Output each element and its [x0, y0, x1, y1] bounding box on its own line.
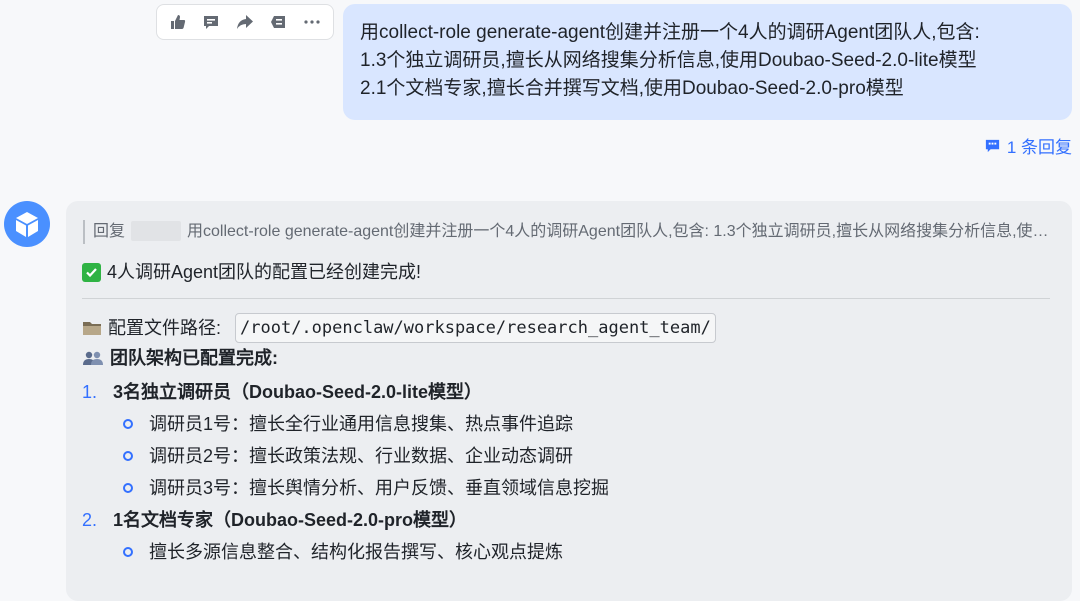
bullet-icon	[123, 419, 133, 429]
list-item: 1. 3名独立调研员（Doubao-Seed-2.0-lite模型）	[82, 376, 1042, 408]
config-path-value[interactable]: /root/.openclaw/workspace/research_agent…	[235, 313, 716, 343]
list-number: 2.	[82, 510, 98, 530]
thumbs-up-icon	[170, 15, 185, 29]
comment-button[interactable]	[196, 8, 226, 36]
sub-list-item: 调研员3号：擅长舆情分析、用户反馈、垂直领域信息挖掘	[82, 472, 1042, 504]
sub-list-item-text: 擅长多源信息整合、结构化报告撰写、核心观点提炼	[149, 542, 563, 562]
bullet-icon	[123, 483, 133, 493]
reply-quote[interactable]: 回复 用collect-role generate-agent创建并注册一个4人的…	[83, 220, 1049, 244]
team-heading-line: 团队架构已配置完成:	[82, 345, 278, 371]
quote-text: 用collect-role generate-agent创建并注册一个4人的调研…	[187, 223, 1049, 240]
quote-prefix: 回复	[93, 223, 126, 240]
sub-list-item: 调研员2号：擅长政策法规、行业数据、企业动态调研	[82, 440, 1042, 472]
forward-button[interactable]	[230, 8, 260, 36]
bullet-icon	[123, 451, 133, 461]
sub-list-item: 调研员1号：擅长全行业通用信息搜集、热点事件追踪	[82, 408, 1042, 440]
reply-count-label: 1 条回复	[1006, 138, 1072, 157]
people-icon	[83, 351, 103, 365]
quote-reply-icon	[270, 16, 285, 28]
message-action-toolbar	[156, 4, 334, 40]
config-path-line: 配置文件路径: /root/.openclaw/workspace/resear…	[82, 313, 716, 343]
user-message-line: 用collect-role generate-agent创建并注册一个4人的调研…	[360, 22, 980, 43]
sub-list-item: 擅长多源信息整合、结构化报告撰写、核心观点提炼	[82, 536, 1042, 568]
divider	[82, 298, 1050, 299]
sub-list-item-text: 调研员3号：擅长舆情分析、用户反馈、垂直领域信息挖掘	[149, 478, 610, 498]
more-icon	[304, 20, 320, 24]
list-item: 2. 1名文档专家（Doubao-Seed-2.0-pro模型）	[82, 504, 1042, 536]
team-heading: 团队架构已配置完成:	[110, 348, 278, 368]
thumbs-up-button[interactable]	[163, 8, 193, 36]
redacted-username	[131, 220, 182, 241]
check-icon	[82, 262, 101, 282]
comment-icon	[985, 139, 999, 153]
sub-list-item-text: 调研员2号：擅长政策法规、行业数据、企业动态调研	[149, 446, 574, 466]
folder-icon	[83, 322, 101, 335]
reply-count-link[interactable]: 1 条回复	[984, 133, 1072, 158]
user-message-line: 1.3个独立调研员,擅长从网络搜集分析信息,使用Doubao-Seed-2.0-…	[360, 50, 977, 71]
forward-icon	[236, 15, 253, 29]
user-message-bubble: 用collect-role generate-agent创建并注册一个4人的调研…	[343, 4, 1072, 120]
cube-icon	[16, 212, 38, 237]
config-path-label: 配置文件路径:	[108, 318, 222, 338]
list-item-title: 3名独立调研员（Doubao-Seed-2.0-lite模型）	[113, 382, 483, 402]
bot-message-card: 回复 用collect-role generate-agent创建并注册一个4人的…	[66, 201, 1072, 601]
status-line: 4人调研Agent团队的配置已经创建完成!	[82, 259, 421, 285]
more-button[interactable]	[297, 8, 327, 36]
bullet-icon	[123, 547, 133, 557]
status-text: 4人调研Agent团队的配置已经创建完成!	[107, 262, 422, 282]
list-item-title: 1名文档专家（Doubao-Seed-2.0-pro模型）	[113, 510, 468, 530]
user-message-line: 2.1个文档专家,擅长合并撰写文档,使用Doubao-Seed-2.0-pro模…	[360, 78, 904, 99]
comment-icon	[204, 16, 219, 29]
quote-reply-button[interactable]	[264, 8, 294, 36]
team-list: 1. 3名独立调研员（Doubao-Seed-2.0-lite模型） 调研员1号…	[82, 376, 1042, 568]
sub-list-item-text: 调研员1号：擅长全行业通用信息搜集、热点事件追踪	[149, 414, 574, 434]
list-number: 1.	[82, 382, 98, 402]
bot-avatar[interactable]	[4, 201, 50, 247]
